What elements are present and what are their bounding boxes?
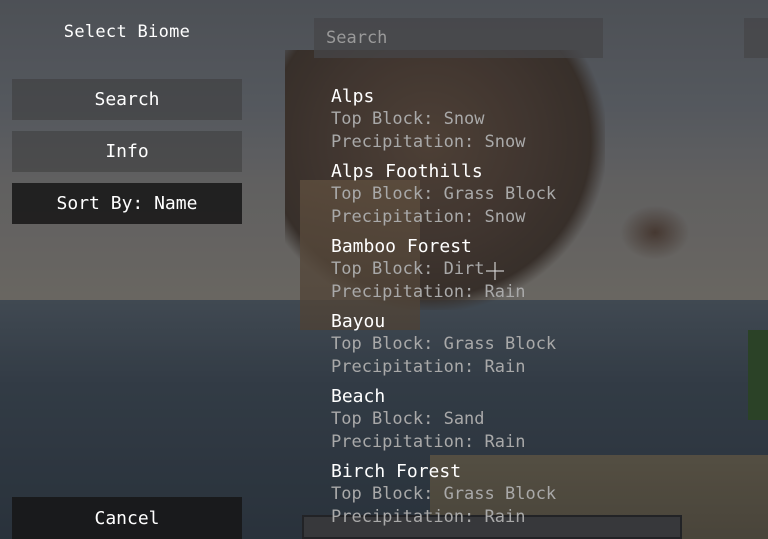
biome-list-item[interactable]: Bamboo Forest Top Block: Dirt Precipitatio… bbox=[331, 235, 731, 310]
search-field[interactable] bbox=[314, 18, 603, 58]
biome-top-block: Top Block: Grass Block bbox=[331, 484, 557, 504]
biome-top-block: Top Block: Dirt bbox=[331, 259, 485, 279]
biome-list-item[interactable]: Alps Top Block: Snow Precipitation: Snow bbox=[331, 85, 731, 160]
biome-top-block: Top Block: Sand bbox=[331, 409, 485, 429]
biome-list-item[interactable]: Birch Forest Top Block: Grass Block Precip… bbox=[331, 460, 731, 535]
biome-precipitation: Precipitation: Rain bbox=[331, 282, 526, 302]
biome-name: Birch Forest bbox=[331, 461, 462, 482]
biome-list-item[interactable]: Beach Top Block: Sand Precipitation: Rain bbox=[331, 385, 731, 460]
sort-button[interactable]: Sort By: Name bbox=[12, 183, 242, 224]
search-input[interactable] bbox=[324, 27, 593, 49]
biome-name: Bamboo Forest bbox=[331, 236, 472, 257]
biome-list-item[interactable]: Alps Foothills Top Block: Grass Block Prec… bbox=[331, 160, 731, 235]
biome-name: Alps Foothills bbox=[331, 161, 483, 182]
biome-name: Beach bbox=[331, 386, 386, 407]
biome-precipitation: Precipitation: Rain bbox=[331, 507, 526, 527]
screen-title: Select Biome bbox=[63, 22, 191, 42]
biome-precipitation: Precipitation: Rain bbox=[331, 357, 526, 377]
biome-list[interactable]: Alps Top Block: Snow Precipitation: Snow Al… bbox=[331, 85, 731, 535]
biome-precipitation: Precipitation: Rain bbox=[331, 432, 526, 452]
biome-top-block: Top Block: Grass Block bbox=[331, 184, 557, 204]
side-panel-edge bbox=[744, 18, 768, 58]
biome-name: Alps bbox=[331, 86, 375, 107]
biome-precipitation: Precipitation: Snow bbox=[331, 132, 526, 152]
biome-top-block: Top Block: Grass Block bbox=[331, 334, 557, 354]
biome-list-item[interactable]: Bayou Top Block: Grass Block Precipitation… bbox=[331, 310, 731, 385]
search-button[interactable]: Search bbox=[12, 79, 242, 120]
biome-precipitation: Precipitation: Snow bbox=[331, 207, 526, 227]
cancel-button[interactable]: Cancel bbox=[12, 497, 242, 539]
info-button[interactable]: Info bbox=[12, 131, 242, 172]
biome-name: Bayou bbox=[331, 311, 386, 332]
biome-top-block: Top Block: Snow bbox=[331, 109, 485, 129]
